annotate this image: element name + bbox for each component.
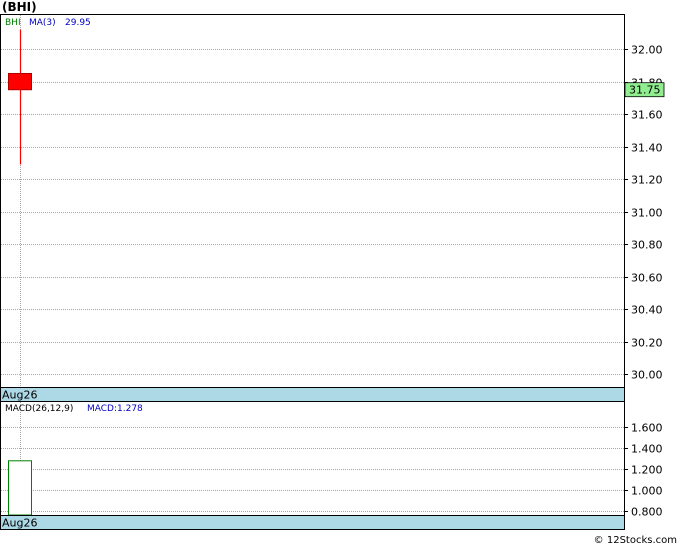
macd-date-label: Aug26 (2, 517, 37, 530)
price-tick-label: 30.20 (631, 337, 663, 350)
price-tick-label: 31.20 (631, 174, 663, 187)
price-tick-label: 30.60 (631, 272, 663, 285)
ma-label: MA(3) (29, 18, 56, 28)
price-tick-label: 30.40 (631, 304, 663, 317)
ticker-label: BHI (5, 18, 21, 28)
macd-plot-frame (0, 401, 625, 516)
macd-tick-label: 1.600 (631, 422, 663, 435)
price-tick-label: 31.40 (631, 142, 663, 155)
macd-tick-label: 1.400 (631, 443, 663, 456)
macd-bar (8, 460, 32, 516)
macd-tick-label: 1.000 (631, 485, 663, 498)
stock-chart: (BHI) 32.0031.8031.6031.4031.2031.0030.8… (0, 0, 680, 546)
price-tick-label: 31.00 (631, 207, 663, 220)
price-date-axis (0, 387, 625, 402)
macd-bars (8, 460, 32, 516)
price-date-label: Aug26 (2, 389, 37, 402)
macd-panel: 1.6001.4001.2001.0000.800 MACD(26,12,9) … (0, 401, 663, 530)
price-tick-label: 30.00 (631, 369, 663, 382)
macd-tick-label: 1.200 (631, 464, 663, 477)
watermark: © 12Stocks.com (594, 535, 677, 546)
price-tick-label: 30.80 (631, 239, 663, 252)
macd-tick-label: 0.800 (631, 506, 663, 519)
last-price-value: 31.75 (629, 84, 661, 97)
price-tick-label: 32.00 (631, 44, 663, 57)
candle-body (8, 72, 32, 91)
price-panel: 32.0031.8031.6031.4031.2031.0030.8030.60… (0, 14, 665, 402)
chart-title: (BHI) (2, 0, 37, 14)
chart-canvas: (BHI) 32.0031.8031.6031.4031.2031.0030.8… (0, 0, 677, 546)
price-tick-label: 31.60 (631, 109, 663, 122)
ma-value: 29.95 (65, 18, 91, 28)
macd-label: MACD(26,12,9) (5, 404, 73, 414)
macd-tick-labels: 1.600 1.400 1.200 1.000 0.800 (624, 422, 663, 519)
macd-value-label: MACD:1.278 (87, 404, 143, 414)
price-plot-frame (0, 14, 625, 388)
macd-date-axis (0, 515, 625, 530)
